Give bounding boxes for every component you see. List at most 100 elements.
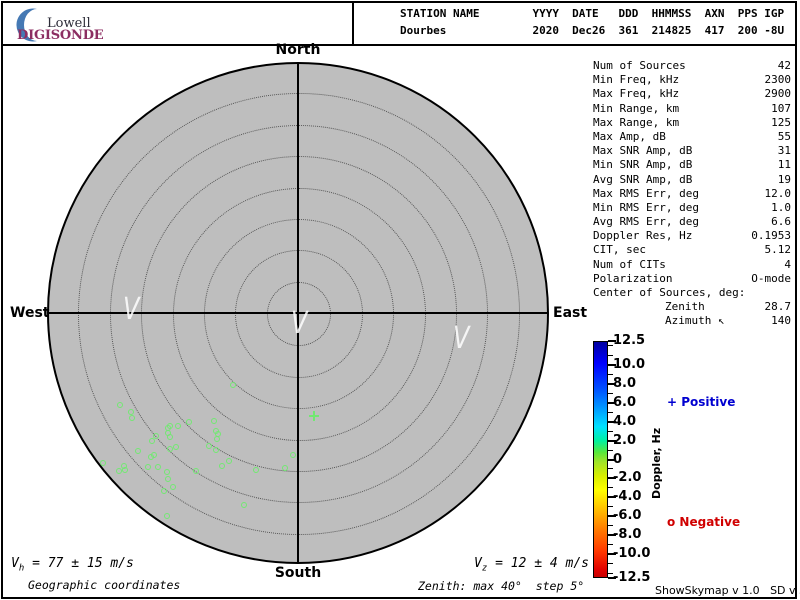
source-marker-negative (100, 460, 106, 466)
compass-east-label: East (553, 305, 587, 321)
header-column-labels: STATION NAME YYYY DATE DDD HHMMSS AXN PP… (400, 7, 784, 20)
source-marker-positive (309, 411, 319, 421)
source-marker-negative (145, 464, 151, 470)
stat-row: Num of CITs 4 (593, 258, 791, 272)
colorbar-minor-tick (608, 487, 613, 488)
source-marker-negative (193, 468, 199, 474)
stat-label: Min RMS Err, deg (593, 201, 699, 215)
colorbar-tick-label: -12.5 (613, 570, 650, 585)
source-marker-negative (117, 402, 123, 408)
source-marker-negative (226, 458, 232, 464)
source-marker-negative (290, 452, 296, 458)
stat-row: Polarization O-mode (593, 272, 791, 286)
stat-value: 5.12 (765, 243, 792, 257)
compass-west-label: West (10, 305, 45, 321)
stat-label: Polarization (593, 272, 672, 286)
colorbar-minor-tick (608, 563, 613, 564)
stat-label: Avg RMS Err, deg (593, 215, 699, 229)
source-marker-negative (219, 463, 225, 469)
colorbar-tick-label: 10.0 (613, 357, 645, 372)
header-separator (1, 44, 795, 46)
vh-symbol: V (11, 556, 19, 571)
source-marker-negative (161, 488, 167, 494)
source-marker-negative (173, 444, 179, 450)
source-marker-negative (155, 464, 161, 470)
stat-row: Zenith28.7 (593, 300, 791, 314)
colorbar-minor-tick (608, 393, 613, 394)
stat-row: Num of Sources 42 (593, 59, 791, 73)
colorbar-axis-label: Doppler, Hz (650, 417, 663, 509)
stat-row: Azimuth ↖140 (593, 314, 791, 328)
stat-value: 2900 (765, 87, 792, 101)
stat-label: Max Range, km (593, 116, 679, 130)
stat-value: 11 (778, 158, 791, 172)
stat-row: Min RMS Err, deg 1.0 (593, 201, 791, 215)
source-marker-negative (211, 418, 217, 424)
stat-value: 55 (778, 130, 791, 144)
legend-positive: + Positive (667, 395, 735, 409)
v-glyph: V (291, 309, 307, 339)
source-marker-negative (164, 469, 170, 475)
stat-row: Center of Sources, deg: (593, 286, 791, 300)
colorbar-tick-label: -4.0 (613, 489, 641, 504)
colorbar-tick-label: 2.0 (613, 433, 636, 448)
vh-value: = 77 ± 15 m/s (24, 556, 134, 571)
stat-value: O-mode (751, 272, 791, 286)
source-marker-negative (206, 443, 212, 449)
logo-digisonde: DIGISONDE (17, 28, 104, 43)
colorbar-tick-label: -10.0 (613, 546, 650, 561)
source-marker-negative (214, 436, 220, 442)
stat-row: CIT, sec5.12 (593, 243, 791, 257)
version-credit: ShowSkymap v 1.0 SD v 5.1 (655, 584, 800, 597)
stat-row: Max Amp, dB55 (593, 130, 791, 144)
source-marker-negative (164, 513, 170, 519)
source-marker-negative (175, 423, 181, 429)
stat-label: Num of CITs (593, 258, 666, 272)
header-station-values: Dourbes 2020 Dec26 361 214825 417 200 -8… (400, 24, 784, 37)
stat-value: 140 (771, 314, 791, 328)
colorbar-minor-tick (608, 468, 613, 469)
source-marker-negative (186, 419, 192, 425)
stat-row: Max SNR Amp, dB31 (593, 144, 791, 158)
showskymap-window: Lowell DIGISONDE STATION NAME YYYY DATE … (0, 0, 800, 600)
stat-label: Num of Sources (593, 59, 686, 73)
colorbar-tick-label: 8.0 (613, 376, 636, 391)
source-marker-negative (170, 484, 176, 490)
stat-row: Avg RMS Err, deg6.6 (593, 215, 791, 229)
vz-value: = 12 ± 4 m/s (487, 556, 589, 571)
stat-label: Zenith (593, 300, 705, 314)
colorbar-minor-tick (608, 450, 613, 451)
colorbar-tick-label: -8.0 (613, 527, 641, 542)
colorbar-minor-tick (608, 345, 613, 346)
source-marker-negative (230, 382, 236, 388)
stat-row: Max Freq, kHz2900 (593, 87, 791, 101)
legend-negative: o Negative (667, 515, 740, 529)
source-marker-negative (167, 434, 173, 440)
source-marker-negative (253, 467, 259, 473)
stat-value: 42 (778, 59, 791, 73)
stat-value: 19 (778, 173, 791, 187)
colorbar-minor-tick (608, 573, 613, 574)
colorbar-minor-tick (608, 355, 613, 356)
compass-south-label: South (275, 565, 321, 581)
stat-row: Min SNR Amp, dB11 (593, 158, 791, 172)
stat-row: Min Range, km 107 (593, 102, 791, 116)
vz-symbol: V (474, 556, 482, 571)
colorbar-tick-label: 6.0 (613, 395, 636, 410)
stat-label: Max RMS Err, deg (593, 187, 699, 201)
stat-value: 4 (784, 258, 791, 272)
v-glyph: V (453, 324, 469, 354)
stat-label: Min Range, km (593, 102, 679, 116)
colorbar-tick-label: 4.0 (613, 414, 636, 429)
v-glyph: V (123, 295, 139, 325)
stat-value: 2300 (765, 73, 792, 87)
stats-panel: Num of Sources42Min Freq, kHz2300Max Fre… (593, 59, 791, 329)
colorbar-minor-tick (608, 525, 613, 526)
source-marker-negative (135, 448, 141, 454)
stat-row: Max Range, km125 (593, 116, 791, 130)
source-marker-negative (241, 502, 247, 508)
source-marker-negative (129, 415, 135, 421)
source-marker-negative (149, 438, 155, 444)
stat-value: 1.0 (771, 201, 791, 215)
stat-value: 107 (771, 102, 791, 116)
